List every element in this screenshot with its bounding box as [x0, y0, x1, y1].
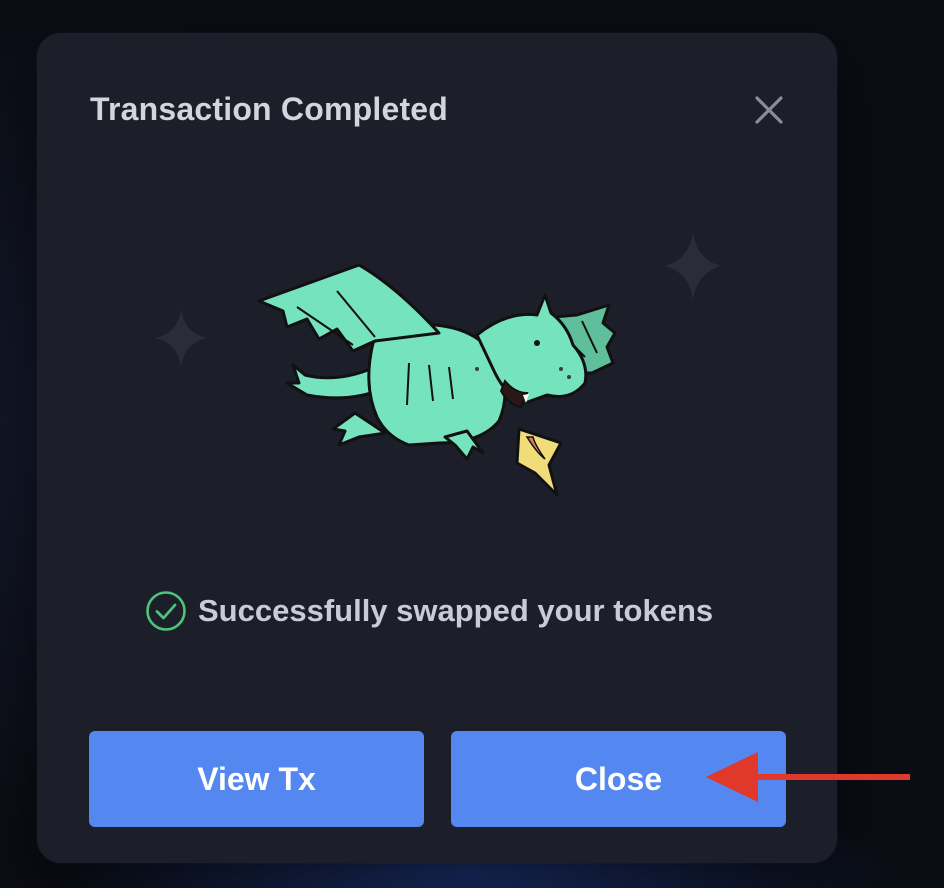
transaction-modal: Transaction Completed Successfully swapp…: [37, 33, 837, 863]
status-message: Successfully swapped your tokens: [198, 593, 714, 628]
red-arrow-annotation: [706, 752, 910, 802]
check-circle-icon: [146, 591, 186, 631]
sparkle-icon: [665, 231, 721, 301]
view-tx-button[interactable]: View Tx: [89, 731, 424, 827]
dragon-illustration: [155, 231, 721, 497]
sparkle-icon: [155, 309, 207, 367]
status-row: Successfully swapped your tokens: [144, 589, 713, 633]
